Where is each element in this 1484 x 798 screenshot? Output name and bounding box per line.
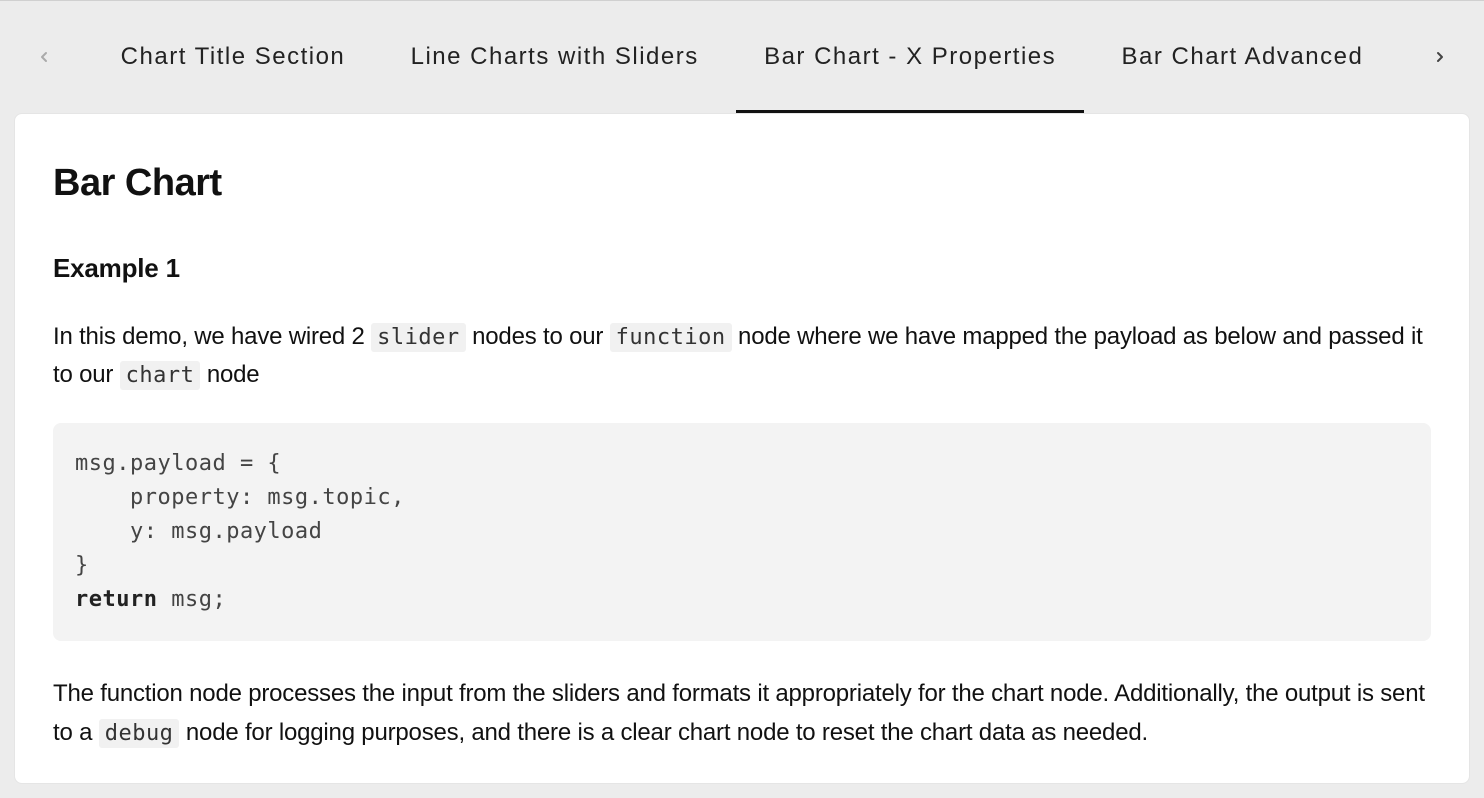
tab-label: Chart Title Section [121, 43, 346, 71]
content-card: Bar Chart Example 1 In this demo, we hav… [14, 113, 1470, 784]
code-line: y: msg.payload [75, 519, 322, 544]
chevron-right-icon [1432, 49, 1448, 65]
code-line: property: msg.topic, [75, 485, 405, 510]
tab-bar-chart-x-properties[interactable]: Bar Chart - X Properties [736, 1, 1084, 113]
code-line: msg.payload = { [75, 451, 281, 476]
tabs-prev-button[interactable] [20, 33, 68, 81]
example-heading: Example 1 [53, 253, 1431, 284]
inline-code-debug: debug [99, 719, 180, 748]
code-line: msg; [157, 587, 226, 612]
inline-code-slider: slider [371, 323, 465, 352]
code-line: } [75, 553, 89, 578]
text-segment: nodes to our [466, 323, 610, 350]
inline-code-chart: chart [120, 361, 201, 390]
tabs-list: Chart Title Section Line Charts with Sli… [68, 1, 1416, 113]
tabs-next-button[interactable] [1416, 33, 1464, 81]
inline-code-function: function [610, 323, 732, 352]
tab-label: Line Charts with Sliders [411, 43, 699, 71]
code-keyword-return: return [75, 587, 157, 612]
page-title: Bar Chart [53, 162, 1431, 205]
intro-paragraph: In this demo, we have wired 2 slider nod… [53, 318, 1431, 395]
code-block: msg.payload = { property: msg.topic, y: … [53, 423, 1431, 641]
text-segment: In this demo, we have wired 2 [53, 323, 371, 350]
tab-line-charts-with-sliders[interactable]: Line Charts with Sliders [383, 1, 727, 113]
tab-label: Bar Chart - X Properties [764, 43, 1056, 71]
tabs-bar: Chart Title Section Line Charts with Sli… [0, 1, 1484, 113]
tab-bar-chart-advanced[interactable]: Bar Chart Advanced [1094, 1, 1392, 113]
tab-label: Bar Chart Advanced [1122, 43, 1364, 71]
text-segment: node for logging purposes, and there is … [179, 719, 1148, 746]
text-segment: node [200, 361, 259, 388]
followup-paragraph: The function node processes the input fr… [53, 675, 1431, 752]
tab-chart-title-section[interactable]: Chart Title Section [93, 1, 374, 113]
chevron-left-icon [36, 49, 52, 65]
